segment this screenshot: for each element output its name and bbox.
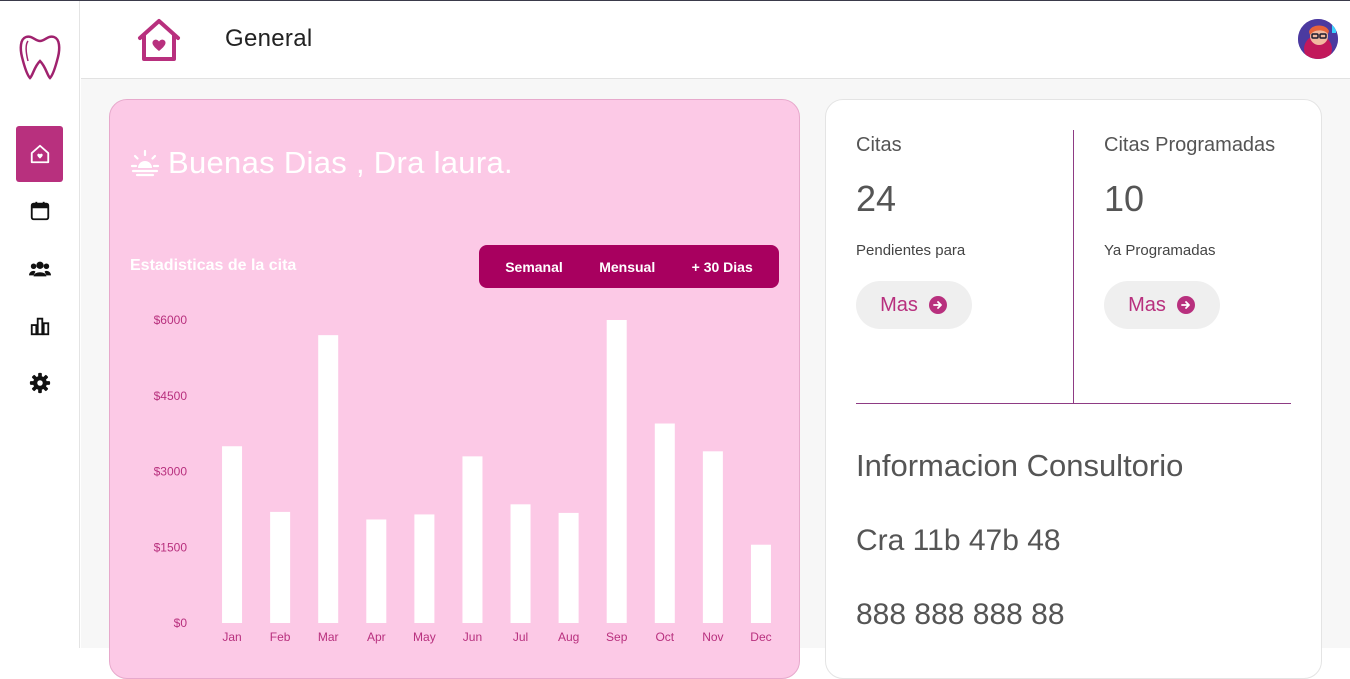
y-tick-label: $4500 — [154, 389, 188, 403]
x-tick-label: Apr — [367, 630, 386, 644]
avatar[interactable] — [1298, 19, 1338, 59]
sidebar — [0, 1, 80, 648]
greeting-text: Buenas Dias , Dra laura. — [168, 145, 513, 180]
sidebar-item-calendar[interactable] — [16, 183, 63, 239]
bar-apr[interactable] — [366, 519, 387, 623]
x-tick-label: Feb — [270, 630, 291, 644]
bar-jan[interactable] — [222, 446, 243, 623]
bar-jul[interactable] — [510, 504, 531, 623]
range-30-days-button[interactable]: + 30 Dias — [686, 255, 759, 279]
y-tick-label: $6000 — [154, 313, 188, 327]
clinic-phone: 888 888 888 88 — [856, 598, 1065, 631]
citas-title: Citas — [856, 134, 902, 156]
x-tick-label: Nov — [702, 630, 723, 644]
y-tick-label: $3000 — [154, 465, 188, 479]
x-tick-label: Jan — [222, 630, 241, 644]
gear-icon — [29, 372, 50, 394]
arrow-right-circle-icon — [1176, 296, 1195, 314]
programadas-more-label: Mas — [1128, 293, 1166, 316]
programadas-count: 10 — [1104, 178, 1145, 219]
programadas-title: Citas Programadas — [1104, 134, 1276, 156]
bar-oct[interactable] — [654, 423, 675, 623]
sidebar-item-patients[interactable] — [16, 241, 63, 297]
bar-jun[interactable] — [462, 456, 483, 623]
section-divider — [856, 403, 1291, 404]
range-selector: Semanal Mensual + 30 Dias — [479, 245, 779, 288]
x-tick-label: Dec — [750, 630, 771, 644]
user-avatar-icon — [1298, 19, 1338, 59]
programadas-more-button[interactable]: Mas — [1104, 281, 1220, 329]
chart-icon — [30, 317, 49, 336]
citas-more-button[interactable]: Mas — [856, 281, 972, 329]
x-tick-label: Jun — [463, 630, 482, 644]
main-content: Buenas Dias , Dra laura. Estadisticas de… — [81, 79, 1350, 679]
bar-sep[interactable] — [606, 320, 627, 623]
y-tick-label: $0 — [174, 616, 188, 630]
citas-count: 24 — [856, 178, 897, 219]
appointments-stats-card: Buenas Dias , Dra laura. Estadisticas de… — [109, 99, 800, 679]
x-tick-label: Sep — [606, 630, 628, 644]
arrow-right-circle-icon — [928, 296, 947, 314]
x-tick-label: Jul — [513, 630, 528, 644]
programadas-column: Citas Programadas 10 Ya Programadas Mas — [1104, 130, 1319, 329]
citas-column: Citas 24 Pendientes para Mas — [856, 130, 1071, 329]
y-tick-label: $1500 — [154, 540, 188, 554]
page-title: General — [225, 25, 313, 52]
stats-label: Estadisticas de la cita — [130, 257, 297, 274]
sunrise-icon — [130, 149, 160, 177]
clinic-address: Cra 11b 47b 48 — [856, 524, 1061, 557]
calendar-icon — [30, 201, 49, 221]
bar-nov[interactable] — [702, 451, 723, 623]
x-tick-label: Aug — [558, 630, 579, 644]
clinic-info-title: Informacion Consultorio — [856, 448, 1184, 483]
bar-aug[interactable] — [558, 512, 579, 623]
sidebar-item-reports[interactable] — [16, 298, 63, 354]
bar-feb[interactable] — [270, 511, 291, 623]
citas-more-label: Mas — [880, 293, 918, 316]
bar-may[interactable] — [414, 514, 435, 623]
sidebar-item-settings[interactable] — [16, 355, 63, 411]
top-header: General — [81, 1, 1350, 79]
x-tick-label: Oct — [655, 630, 674, 644]
greeting: Buenas Dias , Dra laura. — [130, 145, 513, 181]
users-icon — [28, 261, 51, 277]
x-tick-label: May — [413, 630, 436, 644]
programadas-subtitle: Ya Programadas — [1104, 242, 1216, 259]
clinic-info-card: Citas 24 Pendientes para Mas Citas Progr… — [825, 99, 1322, 679]
tooth-logo-icon[interactable] — [18, 31, 64, 81]
range-weekly-button[interactable]: Semanal — [499, 255, 569, 279]
home-icon — [30, 144, 49, 164]
x-tick-label: Mar — [318, 630, 339, 644]
header-home-icon — [136, 17, 182, 63]
bar-mar[interactable] — [318, 335, 339, 623]
citas-subtitle: Pendientes para — [856, 242, 966, 259]
bar-dec[interactable] — [750, 544, 771, 623]
sidebar-item-home[interactable] — [16, 126, 63, 182]
range-monthly-button[interactable]: Mensual — [593, 255, 661, 279]
monthly-appointments-bar-chart: $0 $1500 $3000 $4500 $6000 Jan Feb Mar Apr May Jun… — [154, 313, 772, 644]
column-divider — [1073, 130, 1074, 404]
